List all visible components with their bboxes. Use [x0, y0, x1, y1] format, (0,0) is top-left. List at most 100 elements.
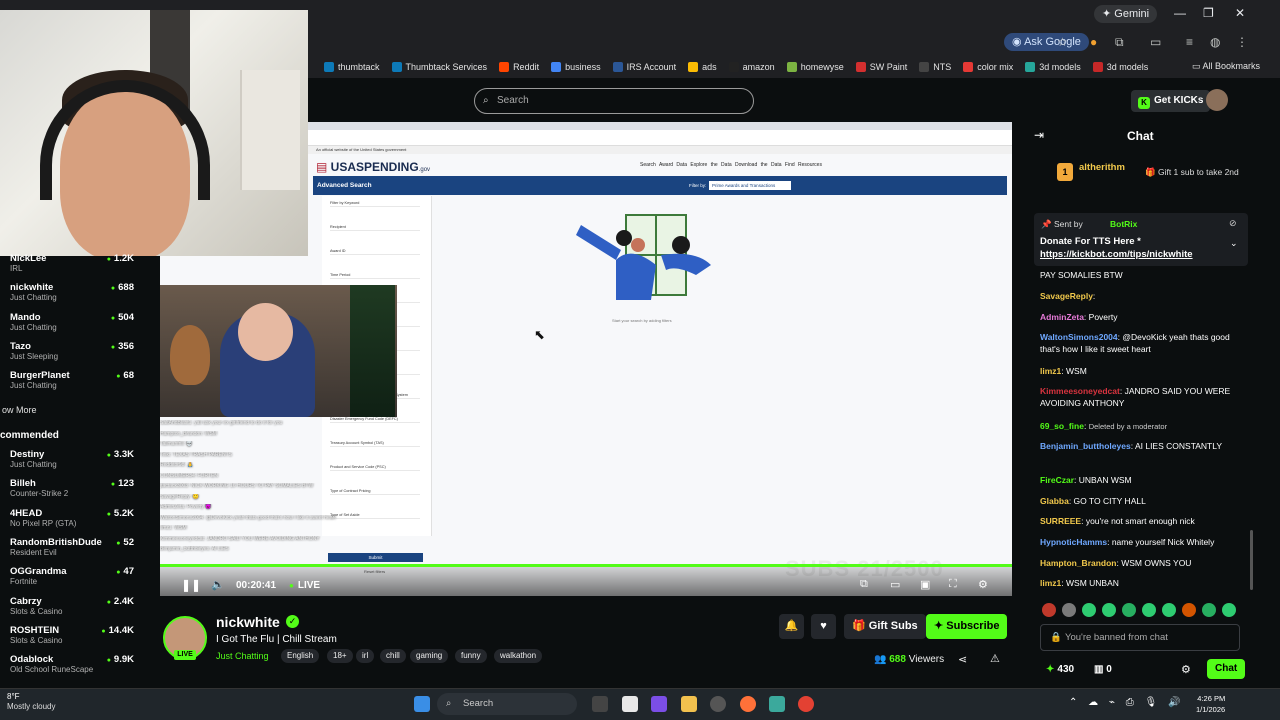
media-icon[interactable]: ≡ — [1186, 35, 1193, 49]
sidebar-channel[interactable]: OdablockOld School RuneScape 9.9K — [10, 654, 134, 682]
channel-points[interactable]: 430 — [1046, 664, 1074, 675]
stream-tag[interactable]: funny — [455, 649, 487, 663]
app-icon[interactable] — [710, 696, 726, 712]
bookmark-item[interactable]: color mix — [963, 62, 1013, 72]
share-icon[interactable]: ⋖ — [958, 653, 967, 666]
channel-name[interactable]: nickwhite — [216, 614, 280, 630]
notifications-bell-icon[interactable]: 🔔 — [779, 614, 804, 639]
bookmark-item[interactable]: Reddit — [499, 62, 539, 72]
search-input[interactable]: ⌕ Search — [474, 88, 754, 114]
emote-icon[interactable] — [1122, 603, 1136, 617]
system-tray[interactable]: ⌃ ☁ ⌁ ⎙ 🎙 🔊 — [1069, 697, 1180, 708]
chat-username[interactable]: 69_so_fine — [1040, 421, 1084, 431]
emote-icon[interactable] — [1182, 603, 1196, 617]
profile-icon[interactable]: ◍ — [1210, 35, 1220, 49]
sidebar-channel[interactable]: RandomBritishDudeResident Evil 52 — [10, 537, 134, 565]
file-explorer-icon[interactable] — [681, 696, 697, 712]
all-bookmarks[interactable]: ▭ All Bookmarks — [1192, 61, 1260, 72]
emote-icon[interactable] — [1222, 603, 1236, 617]
pip-icon[interactable]: ▣ — [920, 578, 930, 591]
sidebar-channel[interactable]: TazoJust Sleeping 356 — [10, 341, 134, 369]
emote-icon[interactable] — [1162, 603, 1176, 617]
sidepanel-icon[interactable]: ▭ — [1150, 35, 1161, 49]
restore-icon[interactable]: ❐ — [1203, 6, 1214, 20]
bookmark-item[interactable]: NTS — [919, 62, 951, 72]
weather-widget[interactable]: 8°F Mostly cloudy — [7, 692, 55, 712]
sidebar-channel[interactable]: MandoJust Chatting 504 — [10, 312, 134, 340]
volume-icon[interactable]: 🔈 — [211, 578, 225, 591]
chat-username[interactable]: WaltonSimons2004 — [1040, 332, 1118, 342]
gift-username[interactable]: altherithm — [1079, 162, 1125, 173]
chat-username[interactable]: Hampton_Brandon — [1040, 558, 1117, 568]
task-view-icon[interactable] — [592, 696, 608, 712]
stream-tag[interactable]: English — [281, 649, 320, 663]
bookmark-item[interactable]: business — [551, 62, 601, 72]
show-more-link[interactable]: ow More — [2, 405, 37, 415]
emote-icon[interactable] — [1142, 603, 1156, 617]
chat-username[interactable]: AdminZeta — [1040, 312, 1084, 322]
emote-icon[interactable] — [1082, 603, 1096, 617]
chat-settings-gear-icon[interactable]: ⚙ — [1181, 663, 1191, 676]
stream-category[interactable]: Just Chatting — [216, 651, 269, 661]
chat-username[interactable]: HypnoticHamms — [1040, 537, 1107, 547]
bookmark-item[interactable]: SW Paint — [855, 62, 907, 72]
user-avatar[interactable] — [1206, 89, 1228, 111]
chrome-icon[interactable] — [798, 696, 814, 712]
follow-heart-icon[interactable]: ♥ — [811, 614, 836, 639]
stream-tag[interactable]: chill — [380, 649, 406, 663]
chat-username[interactable]: limz1 — [1040, 366, 1061, 376]
fullscreen-icon[interactable]: ⛶ — [949, 578, 957, 591]
collapse-chat-icon[interactable]: ⇥ — [1034, 128, 1044, 142]
sidebar-channel[interactable]: 4HEADNo Pixel RP (GTA) 5.2K — [10, 508, 134, 536]
chat-username[interactable]: FireCzar — [1040, 475, 1074, 485]
bookmark-item[interactable]: 3d models — [1092, 62, 1148, 72]
chat-send-button[interactable]: Chat — [1207, 659, 1246, 679]
chat-username[interactable]: Glabba — [1040, 496, 1069, 506]
firefox-icon[interactable] — [740, 696, 756, 712]
menu-kebab-icon[interactable]: ⋮ — [1236, 35, 1248, 49]
stream-tag[interactable]: walkathon — [494, 649, 543, 663]
pinned-message-link[interactable]: https://kickbot.com/tips/nickwhite — [1040, 249, 1193, 260]
stream-tag[interactable]: 18+ — [327, 649, 353, 663]
chevron-down-icon[interactable]: ⌄ — [1230, 238, 1238, 249]
predictions-count[interactable]: ▥ 0 — [1094, 664, 1112, 675]
chat-username[interactable]: Benjamin_buttholeyes — [1040, 441, 1131, 451]
sidebar-channel[interactable]: BurgerPlanetJust Chatting 68 — [10, 370, 134, 398]
stream-tag[interactable]: gaming — [410, 649, 449, 663]
theater-icon[interactable]: ▭ — [890, 578, 900, 591]
emote-icon[interactable] — [1042, 603, 1056, 617]
ask-google-button[interactable]: ◉ Ask Google — [1004, 33, 1089, 51]
gemini-button[interactable]: ✦ Gemini — [1094, 5, 1158, 23]
sidebar-channel[interactable]: DestinyJust Chatting 3.3K — [10, 449, 134, 477]
gift-subs-button[interactable]: 🎁 Gift Subs — [844, 614, 926, 639]
clip-icon[interactable]: ⧉ — [860, 578, 868, 591]
chat-username[interactable]: Kimmeesoneyedcat — [1040, 386, 1120, 396]
settings-gear-icon[interactable]: ⚙ — [978, 578, 988, 591]
bookmark-item[interactable]: 3d models — [1025, 62, 1081, 72]
close-icon[interactable]: ✕ — [1235, 6, 1245, 20]
get-kicks-button[interactable]: K Get KICKs — [1131, 90, 1211, 112]
sidebar-channel[interactable]: OGGrandmaFortnite 47 — [10, 566, 134, 594]
minimize-icon[interactable]: — — [1174, 6, 1186, 20]
chat-username[interactable]: limz1 — [1040, 578, 1061, 588]
chat-username[interactable]: SavageReply — [1040, 291, 1093, 301]
bookmark-item[interactable]: Thumbtack Services — [391, 62, 487, 72]
copilot-icon[interactable] — [651, 696, 667, 712]
app-icon-2[interactable] — [769, 696, 785, 712]
pause-icon[interactable]: ❚❚ — [181, 578, 201, 592]
extension-icon[interactable]: ● — [1090, 35, 1097, 49]
unpin-icon[interactable]: ⊘ — [1229, 218, 1237, 229]
emote-icon[interactable] — [1102, 603, 1116, 617]
pinned-bot-name[interactable]: BotRix — [1110, 219, 1137, 229]
taskbar-search[interactable]: ⌕ Search — [437, 693, 577, 715]
bookmark-item[interactable]: homewyse — [786, 62, 844, 72]
subscribe-button[interactable]: ✦ Subscribe — [926, 614, 1008, 639]
notepad-icon[interactable] — [622, 696, 638, 712]
sidebar-channel[interactable]: BillehCounter-Strike 2 123 — [10, 478, 134, 506]
bookmark-item[interactable]: IRS Account — [612, 62, 676, 72]
sidebar-channel[interactable]: nickwhiteJust Chatting 688 — [10, 282, 134, 310]
bookmark-item[interactable]: amazon — [728, 62, 775, 72]
sidebar-channel[interactable]: NickLeeIRL 1.2K — [10, 253, 134, 281]
bookmark-item[interactable]: ads — [688, 62, 717, 72]
sidebar-channel[interactable]: CabrzySlots & Casino 2.4K — [10, 596, 134, 624]
